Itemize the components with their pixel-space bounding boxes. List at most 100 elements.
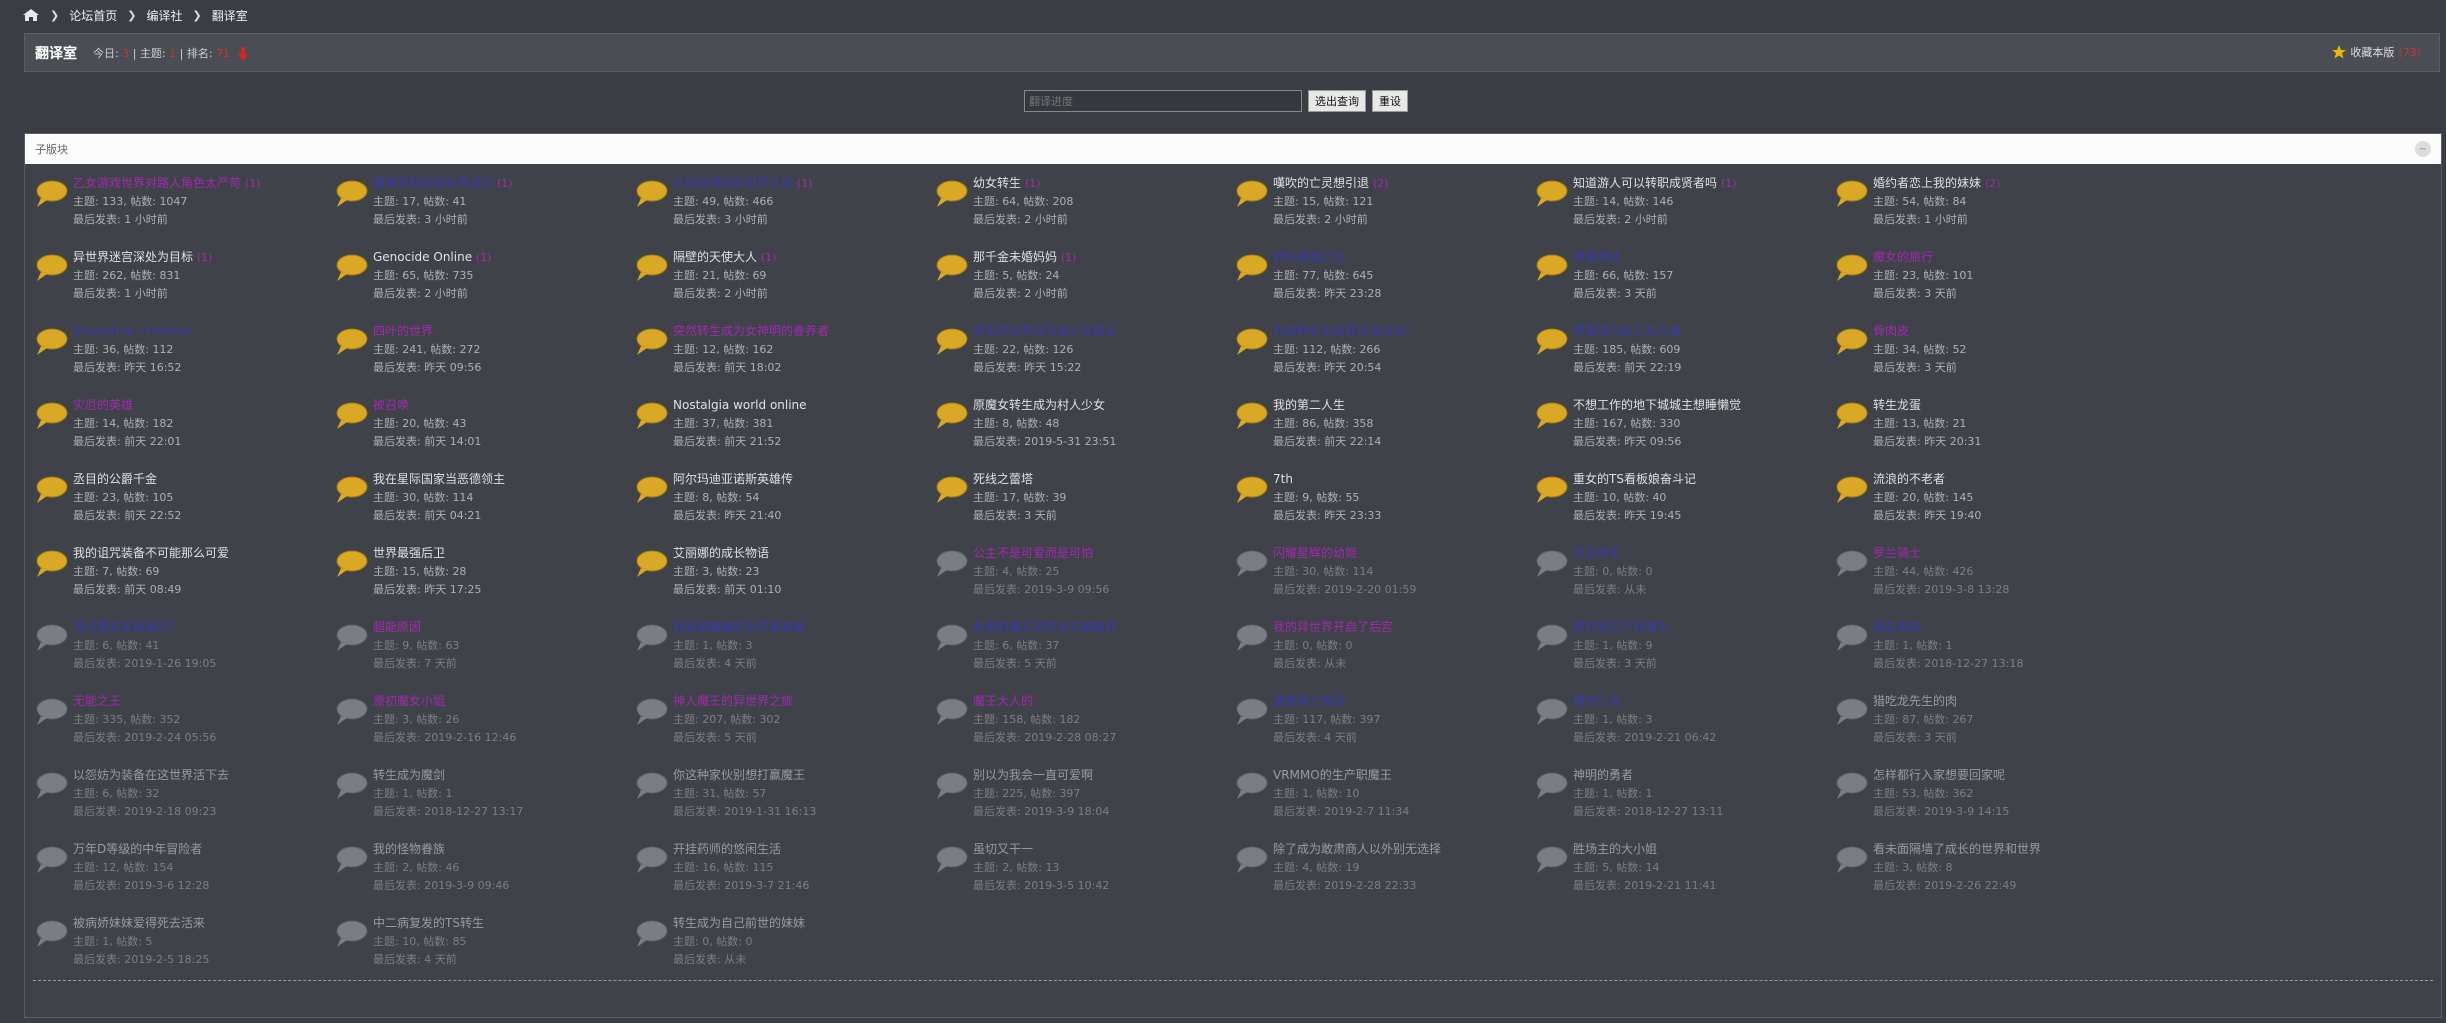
last-post-time[interactable]: 2 小时前 [1324, 213, 1368, 226]
last-post-time[interactable]: 2019-3-7 21:46 [724, 879, 809, 892]
subforum-item[interactable]: 我的第二人生 主题: 86, 帖数: 358 最后发表: 前天 22:14 [1231, 396, 1531, 470]
last-post-time[interactable]: 昨天 21:40 [724, 509, 781, 522]
subforum-name[interactable]: 7th [1273, 472, 1293, 486]
last-post-time[interactable]: 从未 [1624, 583, 1646, 596]
subforum-item[interactable]: 你这种家伙别想打赢魔王 主题: 31, 帖数: 57 最后发表: 2019-1-3… [631, 766, 931, 840]
last-post-time[interactable]: 2019-2-21 11:41 [1624, 879, 1716, 892]
last-post-time[interactable]: 2 小时前 [424, 287, 468, 300]
last-post-time[interactable]: 昨天 20:54 [1324, 361, 1381, 374]
subforum-name[interactable]: 魔装骑士物语 [1273, 694, 1345, 708]
subforum-name[interactable]: 嘆吹的亡灵想引退 [1273, 176, 1369, 190]
last-post-time[interactable]: 2019-2-28 22:33 [1324, 879, 1416, 892]
last-post-time[interactable]: 2019-3-9 09:56 [1024, 583, 1109, 596]
subforum-name[interactable]: 艾丽娜的成长物语 [673, 546, 769, 560]
last-post-time[interactable]: 5 天前 [724, 731, 757, 744]
subforum-name[interactable]: 中二病复发的TS转生 [373, 916, 484, 930]
subforum-item[interactable]: 猎吃龙先生的肉 主题: 87, 帖数: 267 最后发表: 3 天前 [1831, 692, 2131, 766]
last-post-time[interactable]: 2019-2-18 09:23 [124, 805, 216, 818]
subforum-item[interactable]: 中二病复发的TS转生 主题: 10, 帖数: 85 最后发表: 4 天前 [331, 914, 631, 988]
subforum-item[interactable]: 阿尔玛迪亚诺斯英雄传 主题: 8, 帖数: 54 最后发表: 昨天 21:40 [631, 470, 931, 544]
subforum-item[interactable]: 超能原因 主题: 9, 帖数: 63 最后发表: 7 天前 [331, 618, 631, 692]
subforum-name[interactable]: 魔王大人的 [973, 694, 1033, 708]
subforum-item[interactable]: 神明的勇者 主题: 1, 帖数: 1 最后发表: 2018-12-27 13:11 [1531, 766, 1831, 840]
last-post-time[interactable]: 1 小时前 [124, 213, 168, 226]
search-button[interactable]: 选出查询 [1308, 90, 1366, 112]
last-post-time[interactable]: 1 小时前 [124, 287, 168, 300]
last-post-time[interactable]: 3 小时前 [424, 213, 468, 226]
subforum-item[interactable]: 原初魔女小姐 主题: 3, 帖数: 26 最后发表: 2019-2-16 12:4… [331, 692, 631, 766]
subforum-name[interactable]: 我的第二人生 [1273, 398, 1345, 412]
last-post-time[interactable]: 2019-2-26 22:49 [1924, 879, 2016, 892]
subforum-item[interactable]: 看未面隔墙了成长的世界和世界 主题: 3, 帖数: 8 最后发表: 2019-2-… [1831, 840, 2131, 914]
subforum-name[interactable]: Genocide Online [373, 250, 472, 264]
subforum-item[interactable]: 魔女的旅行 主题: 23, 帖数: 101 最后发表: 3 天前 [1831, 248, 2131, 322]
subforum-name[interactable]: 开挂药师的悠闲生活 [673, 842, 781, 856]
subforum-item[interactable]: 转生成为魔剑 主题: 1, 帖数: 1 最后发表: 2018-12-27 13:1… [331, 766, 631, 840]
subforum-name[interactable]: 你这种女主角我说没法忍！ [1273, 324, 1417, 338]
subforum-name[interactable]: 勇者和魔王同时出生被抛弃 [973, 620, 1117, 634]
subforum-name[interactable]: 原魔女转生成为村人少女 [973, 398, 1105, 412]
subforum-item[interactable]: 重女的TS看板娘奋斗记 主题: 10, 帖数: 40 最后发表: 昨天 19:45 [1531, 470, 1831, 544]
reset-button[interactable]: 重设 [1372, 90, 1408, 112]
subforum-name[interactable]: 除了成为敢肃商人以外别无选择 [1273, 842, 1441, 856]
subforum-name[interactable]: 怎样都行入家想要回家呢 [1873, 768, 2005, 782]
subforum-item[interactable]: 灾厄的英雄 主题: 14, 帖数: 182 最后发表: 前天 22:01 [31, 396, 331, 470]
last-post-time[interactable]: 3 天前 [1924, 361, 1957, 374]
subforum-item[interactable]: 知道游人可以转职成贤者吗 (1) 主题: 14, 帖数: 146 最后发表: 2 小… [1531, 174, 1831, 248]
subforum-name[interactable]: 死线之蕾塔 [973, 472, 1033, 486]
last-post-time[interactable]: 3 小时前 [724, 213, 768, 226]
last-post-time[interactable]: 2019-3-9 18:04 [1024, 805, 1109, 818]
last-post-time[interactable]: 从未 [1324, 657, 1346, 670]
subforum-name[interactable]: 我在星际国家当恶德领主 [373, 472, 505, 486]
subforum-name[interactable]: 虽切又干一 [973, 842, 1033, 856]
subforum-item[interactable]: 乙女游戏世界对路人角色太严苛 (1) 主题: 133, 帖数: 1047 最后发表:… [31, 174, 331, 248]
subforum-item[interactable]: 转生异世界成为美少女城主 主题: 22, 帖数: 126 最后发表: 昨天 15:… [931, 322, 1231, 396]
subforum-name[interactable]: 转生成为自己前世的妹妹 [673, 916, 805, 930]
breadcrumb-forum-home[interactable]: 论坛首页 [69, 7, 117, 24]
subforum-item[interactable]: 转生龙蛋 主题: 13, 帖数: 21 最后发表: 昨天 20:31 [1831, 396, 2131, 470]
subforum-item[interactable]: 以怨妨为装备在这世界活下去 主题: 6, 帖数: 32 最后发表: 2019-2-… [31, 766, 331, 840]
subforum-name[interactable]: 你这种家伙别想打赢魔王 [673, 768, 805, 782]
subforum-name[interactable]: 重女的TS看板娘奋斗记 [1573, 472, 1696, 486]
subforum-item[interactable]: 转生成为自己前世的妹妹 主题: 0, 帖数: 0 最后发表: 从未 [631, 914, 931, 988]
subforum-item[interactable]: 罗兰骑士 主题: 44, 帖数: 426 最后发表: 2019-3-8 13:28 [1831, 544, 2131, 618]
subforum-item[interactable]: 异世界迷宫深处为目标 (1) 主题: 262, 帖数: 831 最后发表: 1 小时… [31, 248, 331, 322]
subforum-item[interactable]: 被病娇妹妹爱得死去活来 主题: 1, 帖数: 5 最后发表: 2019-2-5 1… [31, 914, 331, 988]
subforum-name[interactable]: 万年D等级的中年冒险者 [73, 842, 202, 856]
subforum-item[interactable]: 虽切又干一 主题: 2, 帖数: 13 最后发表: 2019-3-5 10:42 [931, 840, 1231, 914]
subforum-name[interactable]: 神人魔王的异世界之旅 [673, 694, 793, 708]
subforum-name[interactable]: 骨肉皮 [1873, 324, 1909, 338]
last-post-time[interactable]: 2018-12-27 13:17 [424, 805, 523, 818]
subforum-name[interactable]: 胜场主的大小姐 [1573, 842, 1657, 856]
breadcrumb-translation-club[interactable]: 编译社 [146, 7, 182, 24]
last-post-time[interactable]: 昨天 16:52 [124, 361, 181, 374]
subforum-name[interactable]: 想要成为影之实力者 [1573, 324, 1681, 338]
subforum-item[interactable]: 7th 主题: 9, 帖数: 55 最后发表: 昨天 23:33 [1231, 470, 1531, 544]
subforum-name[interactable]: 原初军的不死魔王 [1573, 620, 1669, 634]
subforum-name[interactable]: 丞目的公爵千金 [73, 472, 157, 486]
subforum-name[interactable]: 原初魔女小姐 [373, 694, 445, 708]
subforum-item[interactable]: 无能之王 主题: 335, 帖数: 352 最后发表: 2019-2-24 05:… [31, 692, 331, 766]
last-post-time[interactable]: 2019-3-9 09:46 [424, 879, 509, 892]
subforum-name[interactable]: 被病娇妹妹爱得死去活来 [73, 916, 205, 930]
subforum-item[interactable]: 勇者和魔王同时出生被抛弃 主题: 6, 帖数: 37 最后发表: 5 天前 [931, 618, 1231, 692]
last-post-time[interactable]: 2 小时前 [1624, 213, 1668, 226]
last-post-time[interactable]: 2018-12-27 13:18 [1924, 657, 2023, 670]
subforum-name[interactable]: 灾厄的英雄 [73, 398, 133, 412]
subforum-name[interactable]: 神明的勇者 [1573, 768, 1633, 782]
last-post-time[interactable]: 昨天 23:28 [1324, 287, 1381, 300]
subforum-name[interactable]: 乙女游戏世界对路人角色太严苛 [73, 176, 241, 190]
last-post-time[interactable]: 2019-2-16 12:46 [424, 731, 516, 744]
last-post-time[interactable]: 前天 22:52 [124, 509, 181, 522]
last-post-time[interactable]: 前天 22:01 [124, 435, 181, 448]
subforum-name[interactable]: 神童神技 [1573, 250, 1621, 264]
subforum-item[interactable]: 我的诅咒装备不可能那么可爱 主题: 7, 帖数: 69 最后发表: 前天 08:4… [31, 544, 331, 618]
subforum-item[interactable]: 幼女转生 (1) 主题: 64, 帖数: 208 最后发表: 2 小时前 [931, 174, 1231, 248]
last-post-time[interactable]: 2 小时前 [724, 287, 768, 300]
subforum-item[interactable]: 世界最强后卫 主题: 15, 帖数: 28 最后发表: 昨天 17:25 [331, 544, 631, 618]
subforum-item[interactable]: 丞目的公爵千金 主题: 23, 帖数: 105 最后发表: 前天 22:52 [31, 470, 331, 544]
subforum-name[interactable]: 外挂药师的异世界之旅 [673, 176, 793, 190]
subforum-name[interactable]: 魔女的旅行 [1873, 250, 1933, 264]
subforum-name[interactable]: 幼女转生 [973, 176, 1021, 190]
last-post-time[interactable]: 昨天 19:40 [1924, 509, 1981, 522]
